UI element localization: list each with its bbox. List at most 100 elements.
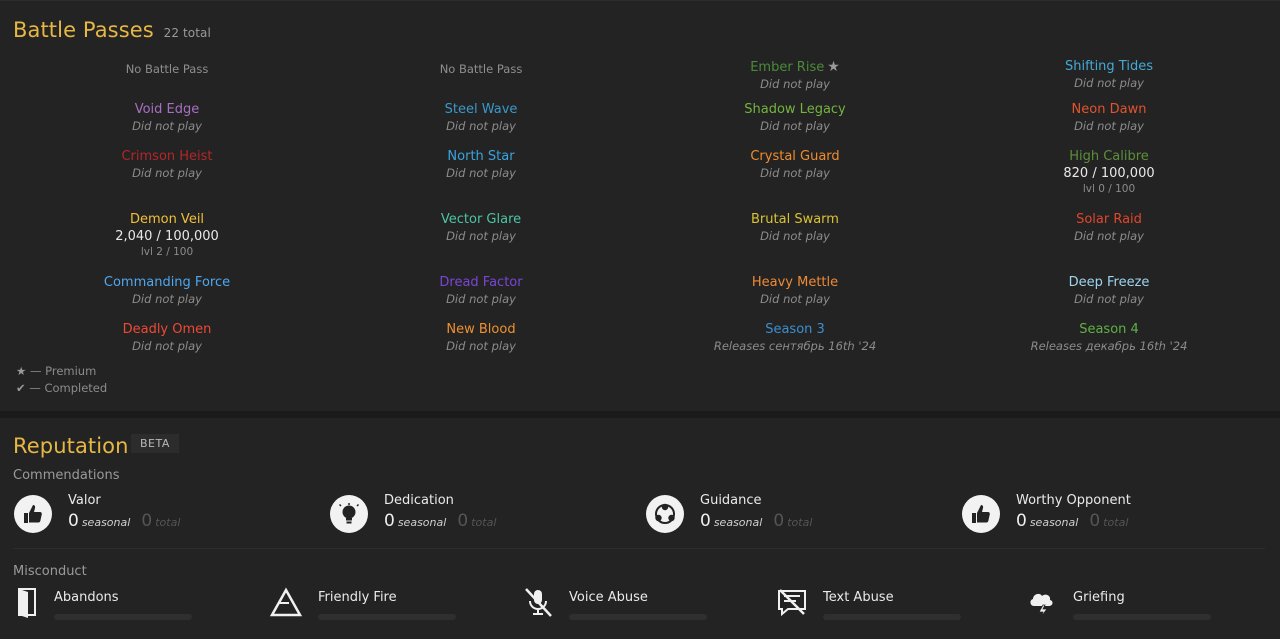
misconduct-title: Griefing [1073, 590, 1125, 605]
commendation-values: 0 seasonal 0 total [700, 511, 812, 531]
seasonal-label: seasonal [81, 516, 131, 529]
battle-pass-name: Deep Freeze [959, 275, 1259, 291]
battle-pass-status: Did not play [446, 166, 516, 180]
battle-pass-name-text: Deep Freeze [1068, 275, 1150, 290]
battle-pass-item: Season 4 Releases декабрь 16th '24 [959, 322, 1259, 354]
battle-pass-status: Did not play [760, 77, 830, 91]
battle-pass-name-text: Neon Dawn [1071, 102, 1147, 117]
total-count: 0 [1089, 511, 1101, 531]
storm-cloud-icon [1030, 593, 1053, 618]
battle-passes-count: 22 total [163, 26, 211, 40]
battle-pass-name: North Star [331, 149, 631, 165]
battle-pass-name: Void Edge [17, 102, 317, 118]
battle-pass-name-text: Commanding Force [103, 275, 231, 290]
battle-pass-name: Crimson Heist [17, 149, 317, 165]
total-count: 0 [773, 511, 785, 531]
lightbulb-icon [330, 495, 368, 533]
battle-pass-item: Deadly Omen Did not play [17, 322, 317, 354]
battle-pass-name: Crystal Guard [645, 149, 945, 165]
seasonal-label: seasonal [397, 516, 447, 529]
battle-pass-item: Commanding Force Did not play [17, 275, 317, 307]
premium-star-icon: ★ [827, 59, 840, 75]
misconduct-bar [823, 614, 961, 620]
thumbs-up-icon [14, 495, 52, 533]
door-icon [18, 588, 36, 618]
battle-pass-item: Brutal Swarm Did not play [645, 212, 945, 244]
battle-pass-status: Did not play [132, 166, 202, 180]
battle-pass-name: Solar Raid [959, 212, 1259, 228]
crossed-chat-icon [778, 589, 806, 617]
battle-pass-item: Crystal Guard Did not play [645, 149, 945, 181]
commendation-worthy-opponent: Worthy Opponent 0 seasonal 0 total [962, 492, 1262, 534]
battle-pass-item: New Blood Did not play [331, 322, 631, 354]
seasonal-count: 0 [1016, 511, 1027, 531]
muted-mic-icon [525, 588, 552, 617]
thumbs-up-icon [962, 495, 1000, 533]
checkmark-icon: ✔ [16, 381, 26, 395]
battle-pass-xp: 2,040 / 100,000 [115, 229, 219, 244]
battle-pass-status: Did not play [446, 339, 516, 353]
battle-pass-xp: 820 / 100,000 [1063, 166, 1155, 181]
battle-pass-item: Shifting Tides Did not play [959, 59, 1259, 91]
legend-premium-label: — Premium [29, 364, 97, 378]
divider [13, 548, 1265, 549]
legend-completed: ✔ — Completed [16, 380, 107, 397]
commendation-values: 0 seasonal 0 total [384, 511, 496, 531]
battle-pass-name-text: North Star [447, 149, 515, 164]
battle-pass-name: Dread Factor [331, 275, 631, 291]
battle-pass-item: North Star Did not play [331, 149, 631, 181]
total-label: total [155, 516, 181, 529]
team-icon [646, 495, 684, 533]
misconduct-bar [54, 614, 192, 620]
battle-pass-item: Shadow Legacy Did not play [645, 102, 945, 134]
battle-pass-name: Vector Glare [331, 212, 631, 228]
commendation-title: Dedication [384, 493, 454, 508]
battle-pass-status: Did not play [760, 119, 830, 133]
battle-pass-name: Commanding Force [17, 275, 317, 291]
battle-pass-status: Releases декабрь 16th '24 [1030, 339, 1188, 353]
misconduct-bar [318, 614, 456, 620]
star-icon: ★ [16, 364, 27, 378]
battle-passes-heading: Battle Passes 22 total [13, 18, 211, 42]
misconduct-label: Misconduct [13, 564, 87, 579]
beta-badge: BETA [131, 434, 179, 453]
commendation-guidance: Guidance 0 seasonal 0 total [646, 492, 946, 534]
commendation-title: Valor [68, 493, 101, 508]
battle-pass-name-text: Shadow Legacy [744, 102, 846, 117]
battle-pass-name-text: Steel Wave [444, 102, 518, 117]
battle-pass-name-text: Ember Rise [750, 60, 825, 75]
battle-pass-name-text: Void Edge [134, 102, 200, 117]
battle-pass-name: Deadly Omen [17, 322, 317, 338]
misconduct-friendly-fire: Friendly Fire [270, 586, 510, 622]
battle-pass-item: No Battle Pass [17, 61, 317, 77]
battle-pass-name-text: No Battle Pass [439, 62, 523, 76]
misconduct-title: Abandons [54, 590, 119, 605]
misconduct-voice-abuse: Voice Abuse [522, 586, 762, 622]
battle-pass-level: lvl 2 / 100 [140, 246, 194, 258]
battle-pass-name-text: Shifting Tides [1065, 59, 1153, 74]
total-label: total [787, 516, 813, 529]
misconduct-griefing: Griefing [1026, 586, 1266, 622]
commendation-title: Worthy Opponent [1016, 493, 1131, 508]
battle-pass-name: Neon Dawn [959, 102, 1259, 118]
battle-pass-name: Ember Rise ★ [645, 59, 945, 76]
seasonal-count: 0 [700, 511, 711, 531]
battle-pass-status: Did not play [132, 119, 202, 133]
battle-pass-name-text: Season 3 [765, 322, 825, 337]
battle-pass-name-text: Brutal Swarm [751, 212, 839, 227]
seasonal-count: 0 [384, 511, 395, 531]
battle-pass-name: Season 4 [959, 322, 1259, 338]
battle-pass-item: Neon Dawn Did not play [959, 102, 1259, 134]
misconduct-title: Text Abuse [823, 590, 894, 605]
reputation-title: Reputation [13, 434, 129, 458]
battle-pass-name: Brutal Swarm [645, 212, 945, 228]
battle-pass-name: New Blood [331, 322, 631, 338]
misconduct-text-abuse: Text Abuse [776, 586, 1016, 622]
total-count: 0 [141, 511, 153, 531]
battle-pass-status: Did not play [1074, 119, 1144, 133]
battle-pass-status: Did not play [760, 292, 830, 306]
misconduct-bar [1073, 614, 1211, 620]
battle-pass-item: No Battle Pass [331, 61, 631, 77]
battle-pass-name: Heavy Mettle [645, 275, 945, 291]
battle-pass-name-text: Vector Glare [440, 212, 522, 227]
